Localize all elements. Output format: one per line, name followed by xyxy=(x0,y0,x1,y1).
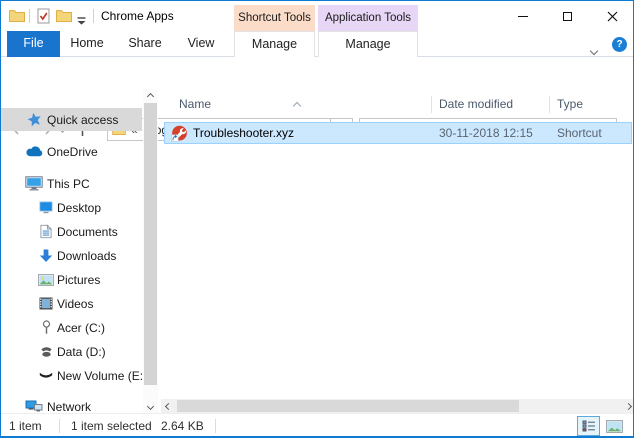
maximize-icon xyxy=(563,11,572,21)
tab-manage-shortcut-tools[interactable]: Manage xyxy=(234,31,315,57)
sidebar-item-label: Documents xyxy=(57,224,118,239)
window-title: Chrome Apps xyxy=(101,9,174,23)
sidebar-item-label: New Volume (E:) xyxy=(57,368,148,383)
sidebar-item-drive-d[interactable]: Data (D:) xyxy=(1,340,142,363)
sidebar-item-label: Downloads xyxy=(57,248,117,263)
sidebar-item-drive-c[interactable]: Acer (C:) xyxy=(1,316,142,339)
documents-icon xyxy=(37,223,55,241)
scroll-down-button[interactable] xyxy=(143,399,158,413)
title-bar: Chrome Apps Shortcut Tools Application T… xyxy=(1,1,633,31)
qat-properties-icon[interactable] xyxy=(37,8,50,29)
scrollbar-thumb[interactable] xyxy=(144,103,157,385)
drive-d-icon xyxy=(37,343,55,361)
sidebar-item-label: Quick access xyxy=(47,112,119,127)
status-item-count: 1 item xyxy=(9,419,42,433)
maximize-button[interactable] xyxy=(545,1,590,31)
status-selection-size: 2.64 KB xyxy=(161,419,204,433)
sort-ascending-icon[interactable] xyxy=(292,96,302,114)
sidebar-item-videos[interactable]: Videos xyxy=(1,292,142,315)
this-pc-monitor-icon xyxy=(25,175,43,193)
chevron-left-icon xyxy=(164,402,172,410)
sidebar-item-label: Pictures xyxy=(57,272,101,287)
qat-new-folder-icon[interactable] xyxy=(56,9,72,27)
ribbon-tab-row: File Home Share View Manage Manage xyxy=(1,31,633,57)
column-header-date-modified[interactable]: Date modified xyxy=(439,89,513,119)
sidebar-scrollbar[interactable] xyxy=(143,89,158,413)
horizontal-scrollbar[interactable] xyxy=(161,399,633,413)
sidebar-item-label: Acer (C:) xyxy=(57,320,105,335)
column-separator[interactable] xyxy=(549,96,550,113)
chevron-down-icon xyxy=(146,402,155,410)
sidebar-item-downloads[interactable]: Downloads xyxy=(1,244,142,267)
quick-access-star-icon xyxy=(25,111,43,129)
details-view-icon xyxy=(582,420,595,432)
status-bar: 1 item 1 item selected 2.64 KB xyxy=(1,413,633,436)
onedrive-cloud-icon xyxy=(25,143,43,161)
details-view-button[interactable] xyxy=(577,416,600,436)
status-separator xyxy=(59,419,60,433)
explorer-window: Chrome Apps Shortcut Tools Application T… xyxy=(0,0,634,438)
column-separator[interactable] xyxy=(431,96,432,113)
sidebar-item-label: Data (D:) xyxy=(57,344,106,359)
scroll-right-button[interactable] xyxy=(621,399,633,413)
sidebar-item-label: Desktop xyxy=(57,200,102,215)
sidebar-item-label: OneDrive xyxy=(47,144,98,159)
status-selection: 1 item selected xyxy=(71,419,152,433)
file-row-troubleshooter[interactable]: Troubleshooter.xyz 30-11-2018 12:15 Shor… xyxy=(164,122,632,144)
scrollbar-thumb[interactable] xyxy=(177,400,519,412)
scroll-up-button[interactable] xyxy=(143,89,158,103)
drive-e-icon xyxy=(37,367,55,385)
close-button[interactable] xyxy=(590,1,633,31)
sidebar-item-quick-access[interactable]: Quick access xyxy=(1,108,142,131)
close-icon xyxy=(607,11,618,21)
drive-c-icon xyxy=(37,319,55,337)
tab-share[interactable]: Share xyxy=(121,31,169,57)
thumbnail-view-button[interactable] xyxy=(603,416,626,436)
sidebar-item-pictures[interactable]: Pictures xyxy=(1,268,142,291)
contextual-group-shortcut-tools: Shortcut Tools xyxy=(234,5,315,31)
chevron-right-icon xyxy=(624,402,632,410)
sidebar-item-label: This PC xyxy=(47,176,90,191)
file-name: Troubleshooter.xyz xyxy=(193,126,294,140)
troubleshooter-file-icon xyxy=(171,125,188,147)
pictures-icon xyxy=(37,271,55,289)
tab-home[interactable]: Home xyxy=(63,31,111,57)
navigation-row: « Programs Chrome Apps xyxy=(1,57,633,141)
qat-customize-icon[interactable] xyxy=(77,12,86,30)
tab-view[interactable]: View xyxy=(177,31,225,57)
minimize-icon xyxy=(517,15,528,17)
downloads-arrow-icon xyxy=(37,247,55,265)
minimize-button[interactable] xyxy=(500,1,545,31)
sidebar-item-onedrive[interactable]: OneDrive xyxy=(1,140,142,163)
file-type: Shortcut xyxy=(557,126,602,140)
titlebar-separator xyxy=(29,9,30,23)
scroll-left-button[interactable] xyxy=(161,399,175,413)
thumbnail-view-icon xyxy=(606,419,623,433)
contextual-group-application-tools: Application Tools xyxy=(318,5,418,31)
desktop-icon xyxy=(37,199,55,217)
tab-file[interactable]: File xyxy=(7,31,60,57)
titlebar-separator xyxy=(93,9,94,23)
column-header-name[interactable]: Name xyxy=(179,89,211,119)
videos-icon xyxy=(37,295,55,313)
sidebar-item-this-pc[interactable]: This PC xyxy=(1,172,142,195)
window-folder-icon xyxy=(9,9,25,27)
sidebar-item-drive-e[interactable]: New Volume (E:) xyxy=(1,364,147,387)
file-date-modified: 30-11-2018 12:15 xyxy=(439,126,533,140)
tab-manage-application-tools[interactable]: Manage xyxy=(318,31,418,57)
sidebar-item-documents[interactable]: Documents xyxy=(1,220,142,243)
help-button[interactable]: ? xyxy=(612,37,627,52)
status-separator xyxy=(215,419,216,433)
column-header-type[interactable]: Type xyxy=(557,89,583,119)
sidebar-item-label: Videos xyxy=(57,296,94,311)
sidebar-item-label: Network xyxy=(47,399,92,414)
sidebar-item-desktop[interactable]: Desktop xyxy=(1,196,142,219)
chevron-down-icon xyxy=(589,46,599,56)
chevron-up-icon xyxy=(146,92,155,100)
